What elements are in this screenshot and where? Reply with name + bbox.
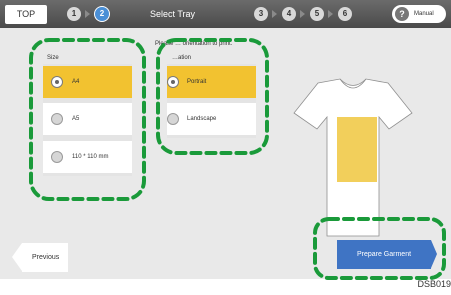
radio-selected-icon	[167, 76, 179, 88]
orientation-option-label: Landscape	[187, 116, 217, 122]
step-2-indicator: 2	[95, 7, 109, 21]
orientation-option-label: Portrait	[187, 79, 207, 85]
step-arrow-icon	[85, 10, 90, 18]
help-icon: ?	[395, 7, 409, 21]
step-arrow-icon	[272, 10, 277, 18]
radio-selected-icon	[51, 76, 63, 88]
radio-unselected-icon	[51, 113, 63, 125]
size-option-a5[interactable]: A5	[43, 103, 132, 135]
manual-button[interactable]: ? Manual	[392, 5, 446, 23]
step-4-indicator: 4	[282, 7, 296, 21]
top-button[interactable]: TOP	[5, 5, 47, 24]
figure-code: DSB019	[417, 279, 451, 289]
orientation-options-panel: Portrait Landscape	[167, 64, 256, 138]
radio-unselected-icon	[167, 113, 179, 125]
orientation-option-portrait[interactable]: Portrait	[167, 66, 256, 98]
size-section-label: Size	[47, 55, 59, 61]
instruction-text: Please … orientation to print.	[155, 41, 233, 47]
step-3-indicator: 3	[254, 7, 268, 21]
step-1-indicator: 1	[67, 7, 81, 21]
size-options-panel: A4 A5 110 * 110 mm	[43, 64, 132, 176]
size-option-label: A4	[72, 79, 80, 85]
size-option-label: A5	[72, 116, 80, 122]
size-option-label: 110 * 110 mm	[72, 154, 109, 160]
step-arrow-icon	[328, 10, 333, 18]
page-title: Select Tray	[150, 9, 196, 19]
step-5-indicator: 5	[310, 7, 324, 21]
orientation-option-landscape[interactable]: Landscape	[167, 103, 256, 135]
manual-label: Manual	[414, 11, 434, 17]
step-arrow-icon	[300, 10, 305, 18]
top-bar: TOP 1 2 Select Tray 3 4 5 6 ? Manual	[0, 0, 451, 28]
size-option-a4[interactable]: A4	[43, 66, 132, 98]
previous-button[interactable]: Previous	[12, 243, 68, 272]
radio-unselected-icon	[51, 151, 63, 163]
size-option-110mm[interactable]: 110 * 110 mm	[43, 141, 132, 173]
orientation-section-label: …ation	[172, 55, 192, 61]
prepare-garment-button[interactable]: Prepare Garment	[337, 240, 437, 269]
step-6-indicator: 6	[338, 7, 352, 21]
